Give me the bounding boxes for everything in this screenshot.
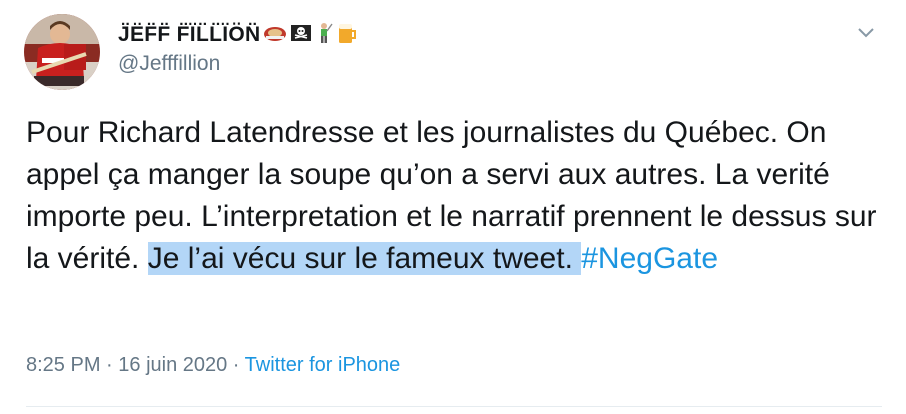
display-name[interactable]: J̈ËF̈F̈ F̈ÏL̈L̈ÏÖN̈ xyxy=(118,23,260,47)
tweet-time[interactable]: 8:25 PM xyxy=(26,354,100,376)
beer-emoji xyxy=(336,22,358,49)
meta-separator: · xyxy=(227,354,245,376)
tweet-metadata: 8:25 PM · 16 juin 2020 · Twitter for iPh… xyxy=(26,354,400,377)
chevron-down-icon[interactable] xyxy=(856,26,876,40)
hockey-glove-emoji xyxy=(263,24,287,47)
tweet-text: Pour Richard Latendresse et les journali… xyxy=(26,112,886,280)
tweet-source-link[interactable]: Twitter for iPhone xyxy=(245,354,401,376)
tweet-card: J̈ËF̈F̈ F̈ÏL̈L̈ÏÖN̈ @Jefffillion Pour Ri… xyxy=(0,0,906,414)
meta-separator: · xyxy=(100,354,119,376)
tweet-date[interactable]: 16 juin 2020 xyxy=(118,354,227,376)
user-name-row[interactable]: J̈ËF̈F̈ F̈ÏL̈L̈ÏÖN̈ xyxy=(118,20,358,50)
skull-flag-emoji xyxy=(290,23,312,48)
hashtag-link[interactable]: #NegGate xyxy=(581,242,718,275)
tweet-text-selected: Je l’ai vécu sur le fameux tweet. xyxy=(147,242,582,275)
divider xyxy=(26,406,882,407)
avatar[interactable] xyxy=(24,14,100,90)
user-handle[interactable]: @Jefffillion xyxy=(118,52,220,76)
golfer-emoji xyxy=(315,22,334,49)
